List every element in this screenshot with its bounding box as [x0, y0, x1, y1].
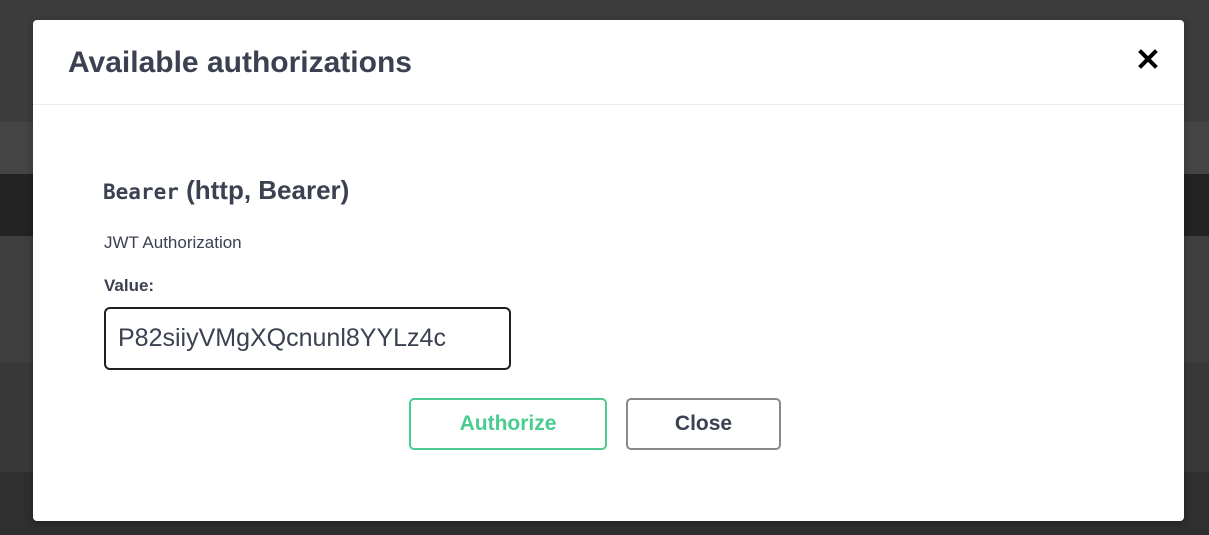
close-button[interactable]: Close — [626, 398, 781, 450]
scheme-type: (http, Bearer) — [186, 175, 350, 205]
modal-close-button[interactable] — [1133, 44, 1163, 74]
close-icon — [1138, 49, 1158, 69]
scheme-name: Bearer — [103, 180, 179, 204]
scheme-description: JWT Authorization — [104, 233, 242, 252]
scheme-title: Bearer (http, Bearer) — [103, 174, 349, 208]
modal-backdrop[interactable]: Available authorizations Bearer (http, B… — [0, 0, 1209, 535]
authorize-button[interactable]: Authorize — [409, 398, 607, 450]
bearer-value-input[interactable] — [104, 307, 511, 370]
modal-header: Available authorizations — [33, 20, 1184, 105]
modal-title: Available authorizations — [68, 46, 412, 79]
value-label: Value: — [104, 276, 155, 295]
authorizations-modal: Available authorizations Bearer (http, B… — [33, 20, 1184, 521]
